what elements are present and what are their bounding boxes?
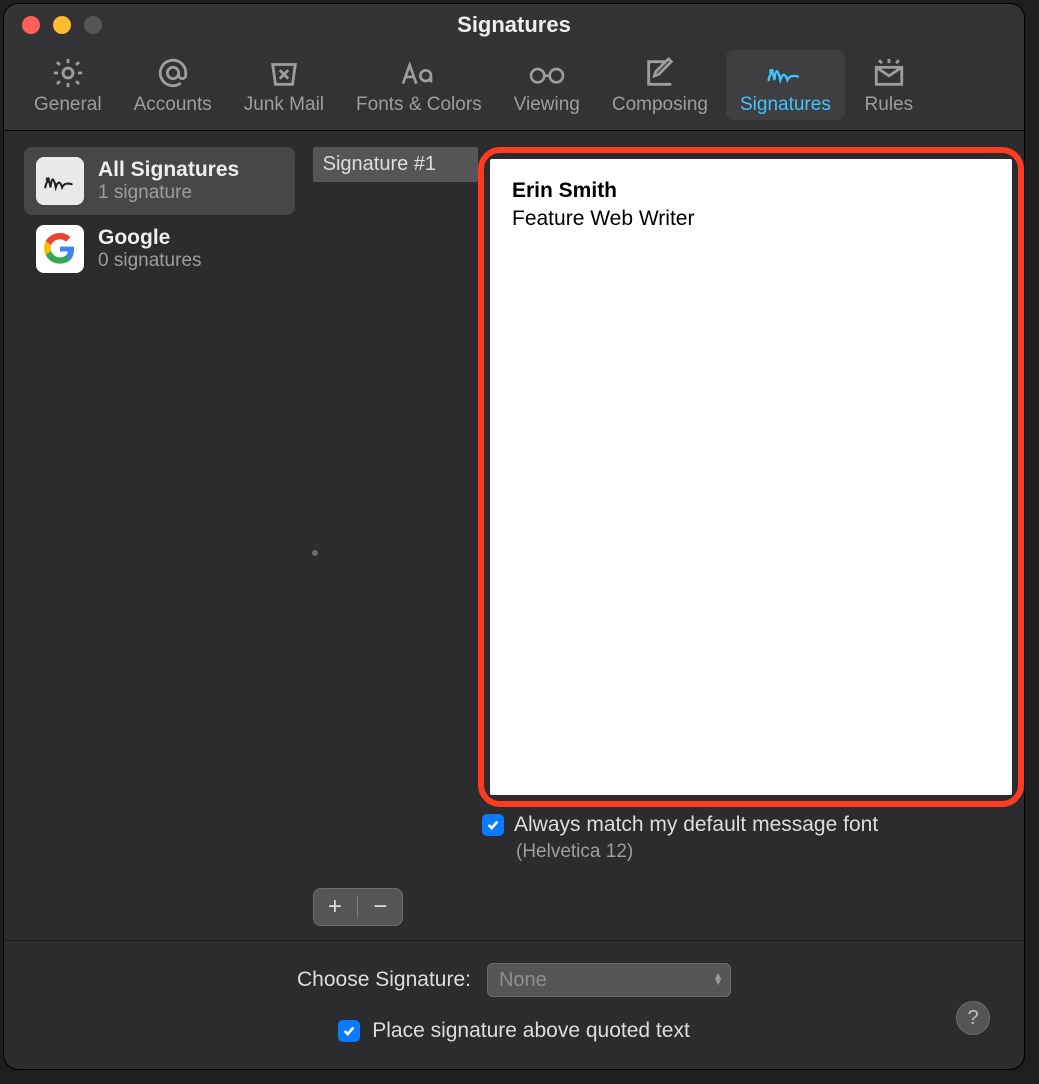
- choose-signature-value: None: [499, 969, 547, 992]
- always-match-font-row: Always match my default message font: [482, 813, 1024, 837]
- add-remove-buttons: + −: [313, 888, 403, 926]
- junk-mail-icon: [264, 56, 304, 90]
- chevron-updown-icon: ▲▼: [713, 974, 723, 986]
- tab-label: Viewing: [514, 94, 580, 116]
- tab-label: General: [34, 94, 102, 116]
- window-title: Signatures: [4, 12, 1024, 38]
- choose-signature-select[interactable]: None ▲▼: [487, 963, 731, 997]
- signature-name: Signature #1: [323, 153, 436, 175]
- signature-line-2: Feature Web Writer: [512, 205, 990, 233]
- footer: Choose Signature: None ▲▼ Place signatur…: [4, 940, 1024, 1069]
- account-subtitle: 0 signatures: [98, 250, 202, 272]
- account-subtitle: 1 signature: [98, 182, 239, 204]
- tab-label: Fonts & Colors: [356, 94, 482, 116]
- zoom-window-button[interactable]: [84, 16, 102, 34]
- compose-icon: [640, 56, 680, 90]
- tab-junk-mail[interactable]: Junk Mail: [230, 50, 338, 120]
- signature-editor[interactable]: Erin Smith Feature Web Writer: [490, 159, 1012, 795]
- help-button[interactable]: ?: [956, 1001, 990, 1035]
- glasses-icon: [527, 56, 567, 90]
- close-window-button[interactable]: [22, 16, 40, 34]
- gear-icon: [48, 56, 88, 90]
- add-signature-button[interactable]: +: [313, 888, 358, 926]
- rules-icon: [869, 56, 909, 90]
- always-match-font-checkbox[interactable]: [482, 814, 504, 836]
- tab-label: Junk Mail: [244, 94, 324, 116]
- tab-general[interactable]: General: [20, 50, 116, 120]
- traffic-lights: [4, 16, 102, 34]
- account-name: All Signatures: [98, 158, 239, 182]
- column-resize-handle[interactable]: [312, 550, 318, 556]
- main-content: All Signatures 1 signature Google 0 sign…: [4, 131, 1024, 1069]
- tab-label: Composing: [612, 94, 708, 116]
- tab-label: Signatures: [740, 94, 831, 116]
- fonts-icon: [399, 56, 439, 90]
- account-name: Google: [98, 226, 202, 250]
- tab-accounts[interactable]: Accounts: [120, 50, 226, 120]
- minimize-window-button[interactable]: [53, 16, 71, 34]
- remove-signature-button[interactable]: −: [358, 888, 403, 926]
- sidebar-item-google[interactable]: Google 0 signatures: [24, 215, 295, 283]
- default-font-detail: (Helvetica 12): [516, 841, 1024, 863]
- sidebar-item-all-signatures[interactable]: All Signatures 1 signature: [24, 147, 295, 215]
- tab-signatures[interactable]: Signatures: [726, 50, 845, 120]
- signature-list: Signature #1 + −: [313, 147, 478, 926]
- tab-viewing[interactable]: Viewing: [500, 50, 594, 120]
- google-icon: [36, 225, 84, 273]
- place-above-label: Place signature above quoted text: [372, 1019, 690, 1043]
- always-match-font-label: Always match my default message font: [514, 813, 878, 837]
- tab-label: Rules: [865, 94, 914, 116]
- tab-rules[interactable]: Rules: [849, 50, 929, 120]
- highlight-annotation: Erin Smith Feature Web Writer: [478, 147, 1024, 807]
- accounts-sidebar: All Signatures 1 signature Google 0 sign…: [24, 147, 295, 926]
- tab-label: Accounts: [134, 94, 212, 116]
- titlebar: Signatures: [4, 4, 1024, 46]
- preferences-toolbar: General Accounts Junk Mail Fonts & Color…: [4, 46, 1024, 131]
- choose-signature-label: Choose Signature:: [297, 968, 471, 992]
- signature-icon: [765, 56, 805, 90]
- place-above-checkbox[interactable]: [338, 1020, 360, 1042]
- tab-fonts-colors[interactable]: Fonts & Colors: [342, 50, 496, 120]
- signature-line-1: Erin Smith: [512, 177, 990, 205]
- preferences-window: Signatures General Accounts Junk Mail F: [4, 4, 1024, 1069]
- at-sign-icon: [153, 56, 193, 90]
- tab-composing[interactable]: Composing: [598, 50, 722, 120]
- signature-list-item[interactable]: Signature #1: [313, 147, 478, 182]
- editor-column: Erin Smith Feature Web Writer Always mat…: [478, 147, 1024, 926]
- signature-icon: [36, 157, 84, 205]
